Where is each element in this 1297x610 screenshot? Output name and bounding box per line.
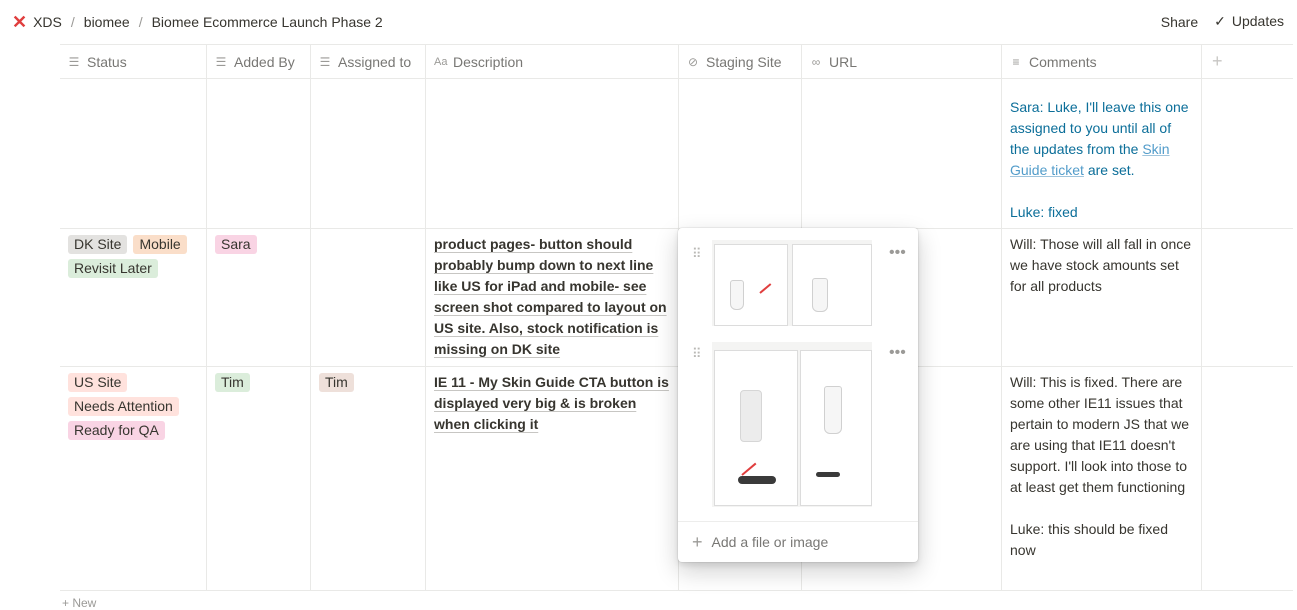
table-header: ☰ Status ☰ Added By ☰ Assigned to Aa Descrip… [60,44,1293,79]
table-row[interactable]: DK Site Mobile Revisit Later Sara product… [60,228,1293,367]
column-label: Assigned to [338,53,412,70]
text-icon: Aa [434,55,448,68]
comment-text: Luke: fixed [1010,204,1078,220]
column-label: Description [453,53,524,70]
person-tag: Sara [215,235,257,254]
status-tag: US Site [68,373,128,392]
column-label: Added By [234,53,295,70]
empty-cell [1202,228,1293,366]
more-options-icon[interactable]: ••• [889,244,906,262]
attachment-thumbnail[interactable] [712,342,872,507]
top-bar: ✕ XDS / biomee / Biomee Ecommerce Launch… [0,0,1297,44]
column-header-staging-site[interactable]: ⊘ Staging Site [679,45,802,78]
status-tag: Ready for QA [68,421,165,440]
updates-button[interactable]: ✓ Updates [1214,13,1284,30]
url-cell[interactable] [802,78,1002,228]
comments-cell[interactable]: Will: Those will all fall in once we hav… [1002,228,1202,366]
table-row[interactable]: US Site Needs Attention Ready for QA Tim… [60,366,1293,591]
list-icon: ☰ [68,54,80,69]
workspace-logo-icon: ✕ [12,12,28,32]
share-button[interactable]: Share [1161,14,1198,30]
attachment-popup: ⠿ ••• ⠿ ••• + Add a file or image [678,228,918,562]
column-label: Staging Site [706,53,782,70]
description-cell[interactable]: product pages- button should probably bu… [426,228,679,366]
status-cell[interactable]: US Site Needs Attention Ready for QA [60,366,207,590]
product-image [730,280,744,310]
cta-button-image [816,472,840,477]
breadcrumb-separator: / [70,14,75,30]
cta-button-image [738,476,776,484]
column-header-url[interactable]: ∞ URL [802,45,1002,78]
product-image [812,278,828,312]
empty-cell [1202,78,1293,228]
breadcrumb-workspace[interactable]: XDS [33,14,62,30]
assigned-to-cell[interactable] [311,228,426,366]
description-text: product pages- button should probably bu… [434,236,667,357]
new-row-button[interactable]: + New [62,596,96,610]
column-header-assigned-to[interactable]: ☰ Assigned to [311,45,426,78]
column-header-added-by[interactable]: ☰ Added By [207,45,311,78]
column-label: URL [829,53,858,70]
status-tag: Needs Attention [68,397,179,416]
column-header-status[interactable]: ☰ Status [60,45,207,78]
list-icon: ☰ [319,54,331,69]
status-tag: DK Site [68,235,128,254]
screenshot-page [792,244,872,326]
status-tag: Mobile [133,235,187,254]
add-column-button[interactable]: + [1202,45,1293,78]
staging-site-cell[interactable] [679,78,802,228]
link-icon: ∞ [811,54,821,69]
check-icon: ✓ [1214,13,1226,29]
screenshot-page [714,244,788,326]
added-by-cell[interactable]: Sara [207,228,311,366]
breadcrumb-parent[interactable]: biomee [84,14,130,30]
comment-text: Luke: this should be fixed now [1010,521,1168,558]
column-label: Status [87,53,127,70]
breadcrumb-separator: / [138,14,143,30]
person-tag: Tim [215,373,250,392]
person-tag: Tim [319,373,354,392]
column-header-description[interactable]: Aa Description [426,45,679,78]
status-tag: Revisit Later [68,259,158,278]
product-image [740,390,762,442]
drag-handle-icon[interactable]: ⠿ [692,246,701,262]
assigned-to-cell[interactable]: Tim [311,366,426,590]
comment-text: Will: Those will all fall in once we hav… [1010,236,1192,294]
comment-text: are set. [1083,162,1135,178]
empty-cell [1202,366,1293,590]
breadcrumb-page[interactable]: Biomee Ecommerce Launch Phase 2 [152,14,383,30]
description-cell[interactable] [426,78,679,228]
updates-label: Updates [1231,13,1284,29]
drag-handle-icon[interactable]: ⠿ [692,346,701,362]
assigned-to-cell[interactable] [311,78,426,228]
comments-cell[interactable]: Will: This is fixed. There are some othe… [1002,366,1202,590]
status-cell[interactable] [60,78,207,228]
status-cell[interactable]: DK Site Mobile Revisit Later [60,228,207,366]
added-by-cell[interactable] [207,78,311,228]
top-actions: Share ✓ Updates [1161,13,1284,30]
added-by-cell[interactable]: Tim [207,366,311,590]
add-file-label: Add a file or image [711,534,829,550]
description-cell[interactable]: IE 11 - My Skin Guide CTA button is disp… [426,366,679,590]
table-row[interactable]: Sara: Luke, I'll leave this one assigned… [60,78,1293,229]
add-file-button[interactable]: + Add a file or image [678,521,918,562]
comments-cell[interactable]: Sara: Luke, I'll leave this one assigned… [1002,78,1202,228]
plus-icon: + [692,531,703,552]
breadcrumb: ✕ XDS / biomee / Biomee Ecommerce Launch… [12,13,383,31]
column-header-comments[interactable]: ≡ Comments [1002,45,1202,78]
column-label: Comments [1029,53,1097,70]
attachment-thumbnail[interactable] [712,240,872,326]
list-icon: ☰ [215,54,227,69]
comment-text: Will: This is fixed. There are some othe… [1010,374,1189,495]
product-image [824,386,842,434]
plus-icon: + [1212,51,1223,71]
lines-icon: ≡ [1012,54,1020,69]
description-text: IE 11 - My Skin Guide CTA button is disp… [434,374,669,432]
attachment-icon: ⊘ [687,54,699,69]
more-options-icon[interactable]: ••• [889,344,906,362]
